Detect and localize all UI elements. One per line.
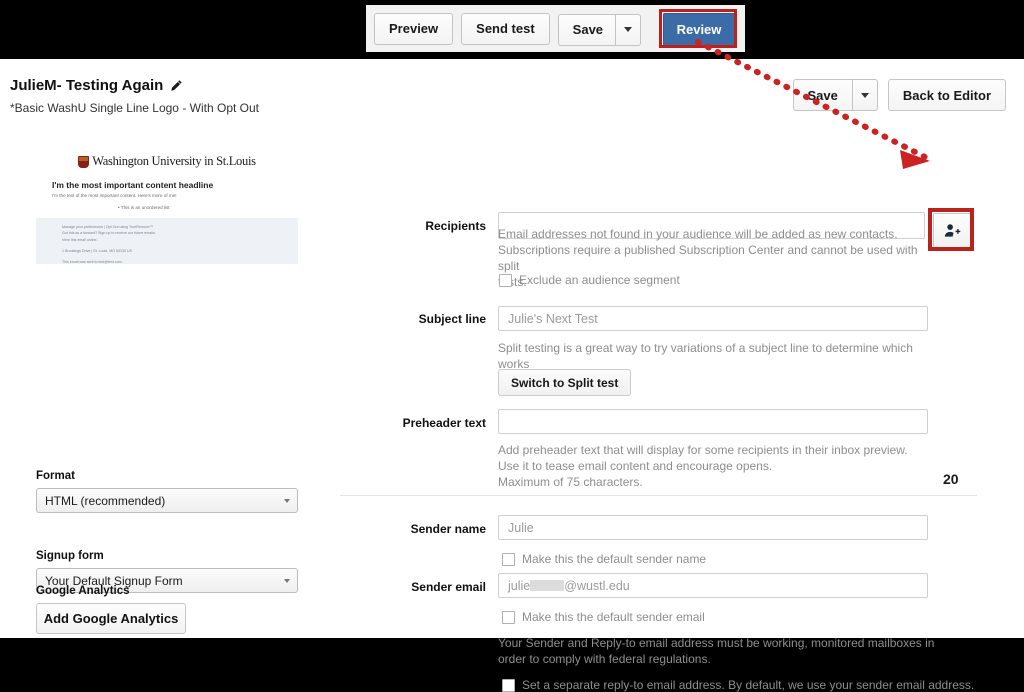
- sender-email-redaction: [530, 580, 565, 591]
- left-column: Washington University in St.Louis I'm th…: [0, 125, 340, 638]
- sender-email-label: Sender email: [411, 580, 486, 594]
- exclude-audience-segment-label: Exclude an audience segment: [519, 273, 680, 287]
- header-save-split-button: Save: [792, 79, 878, 111]
- format-select-value: HTML (recommended): [45, 493, 166, 508]
- google-analytics-label: Google Analytics: [36, 585, 130, 597]
- preview-body-text: I'm the text of the most important conte…: [52, 193, 177, 198]
- exclude-audience-segment-checkbox[interactable]: Exclude an audience segment: [499, 273, 680, 287]
- toolbar-save-button[interactable]: Save: [557, 13, 616, 46]
- preheader-helper-line: Maximum of 75 characters.: [498, 475, 643, 489]
- sender-name-label: Sender name: [410, 522, 486, 536]
- default-sender-email-label: Make this the default sender email: [522, 610, 705, 624]
- checkbox-box: [499, 273, 512, 287]
- washu-shield-icon: [78, 155, 90, 168]
- chevron-down-icon: [860, 92, 869, 98]
- toolbar-save-split-button: Save: [557, 13, 642, 46]
- sender-email-helper-text: Your Sender and Reply-to email address m…: [498, 635, 948, 667]
- washu-logo: Washington University in St.Louis: [36, 145, 298, 169]
- chevron-down-icon: [624, 27, 633, 32]
- checkbox-box: [502, 552, 515, 566]
- add-recipient-control: [928, 208, 974, 251]
- format-field: Format HTML (recommended): [36, 470, 298, 513]
- preview-footer-disclaimer: This email was sent to test@test.com.: [62, 260, 123, 264]
- preview-footer: Manage your preferences | Opt Out using …: [36, 218, 298, 264]
- page-title: JulieM- Testing Again: [10, 77, 183, 94]
- page-header-actions: Save Back to Editor: [792, 79, 1006, 111]
- preheader-text-label: Preheader text: [402, 416, 486, 430]
- preview-headline-text: I'm the most important content headline: [52, 180, 214, 190]
- header-save-button[interactable]: Save: [792, 79, 852, 111]
- preheader-helper-line: Add preheader text that will display for…: [498, 443, 908, 457]
- subject-line-helper-line: Split testing is a great way to try vari…: [498, 341, 913, 371]
- separate-reply-to-checkbox[interactable]: Set a separate reply-to email address. B…: [502, 678, 974, 692]
- recipients-helper-line: Email addresses not found in your audien…: [498, 227, 898, 241]
- back-to-editor-button[interactable]: Back to Editor: [887, 79, 1006, 111]
- toolbar-save-dropdown-button[interactable]: [615, 13, 642, 46]
- page-header: JulieM- Testing Again *Basic WashU Singl…: [0, 59, 1024, 126]
- chevron-down-icon: [284, 498, 290, 503]
- checkbox-box: [502, 610, 515, 624]
- add-person-icon: [944, 223, 960, 237]
- default-sender-name-checkbox[interactable]: Make this the default sender name: [502, 552, 706, 566]
- default-sender-email-checkbox[interactable]: Make this the default sender email: [502, 610, 705, 624]
- sender-email-value-suffix: @wustl.edu: [564, 578, 630, 593]
- email-thumbnail-preview[interactable]: Washington University in St.Louis I'm th…: [36, 145, 298, 264]
- subject-line-input[interactable]: Julie's Next Test: [498, 306, 928, 331]
- campaign-name-text: JulieM- Testing Again: [10, 77, 164, 94]
- switch-to-split-test-button[interactable]: Switch to Split test: [498, 369, 632, 396]
- campaign-settings-page: JulieM- Testing Again *Basic WashU Singl…: [0, 59, 1024, 692]
- section-divider: [340, 495, 977, 496]
- edit-pencil-icon[interactable]: [170, 79, 183, 92]
- recipients-label: Recipients: [425, 219, 486, 233]
- campaign-template-name: *Basic WashU Single Line Logo - With Opt…: [10, 101, 259, 115]
- preheader-helper-line: Use it to tease email content and encour…: [498, 459, 773, 473]
- preheader-helper-text: Add preheader text that will display for…: [498, 442, 948, 490]
- preview-button[interactable]: Preview: [374, 12, 454, 45]
- preheader-text-input[interactable]: [498, 409, 928, 434]
- checkbox-box: [502, 678, 515, 692]
- washu-wordmark-text: Washington University in St.Louis: [92, 154, 256, 168]
- recipients-helper-line: Subscriptions require a published Subscr…: [498, 243, 918, 273]
- separate-reply-to-label: Set a separate reply-to email address. B…: [522, 678, 975, 692]
- send-test-button[interactable]: Send test: [461, 12, 550, 45]
- sender-email-value-prefix: julie: [508, 578, 531, 593]
- format-label: Format: [36, 470, 75, 482]
- signup-form-label: Signup form: [36, 550, 104, 562]
- campaign-form: Recipients Email addresses not found in …: [340, 125, 1024, 692]
- add-google-analytics-button[interactable]: Add Google Analytics: [36, 603, 186, 634]
- add-recipient-button[interactable]: [933, 213, 971, 248]
- format-select[interactable]: HTML (recommended): [36, 488, 298, 513]
- subject-line-label: Subject line: [418, 312, 486, 326]
- header-save-dropdown-button[interactable]: [851, 79, 878, 111]
- chevron-down-icon: [284, 578, 290, 583]
- sender-email-helper-line: order to comply with federal regulations…: [498, 652, 711, 666]
- default-sender-name-label: Make this the default sender name: [522, 552, 707, 566]
- preview-list-item-text: • This is an unordered list: [118, 205, 170, 210]
- review-button[interactable]: Review: [663, 13, 735, 46]
- sender-email-input[interactable]: julie @wustl.edu: [498, 573, 928, 598]
- sender-name-input[interactable]: Julie: [498, 515, 928, 540]
- sender-email-helper-line: Your Sender and Reply-to email address m…: [498, 636, 935, 650]
- google-analytics-field: Google Analytics Add Google Analytics: [36, 585, 186, 634]
- top-black-band: Preview Send test Save Review: [0, 0, 1024, 59]
